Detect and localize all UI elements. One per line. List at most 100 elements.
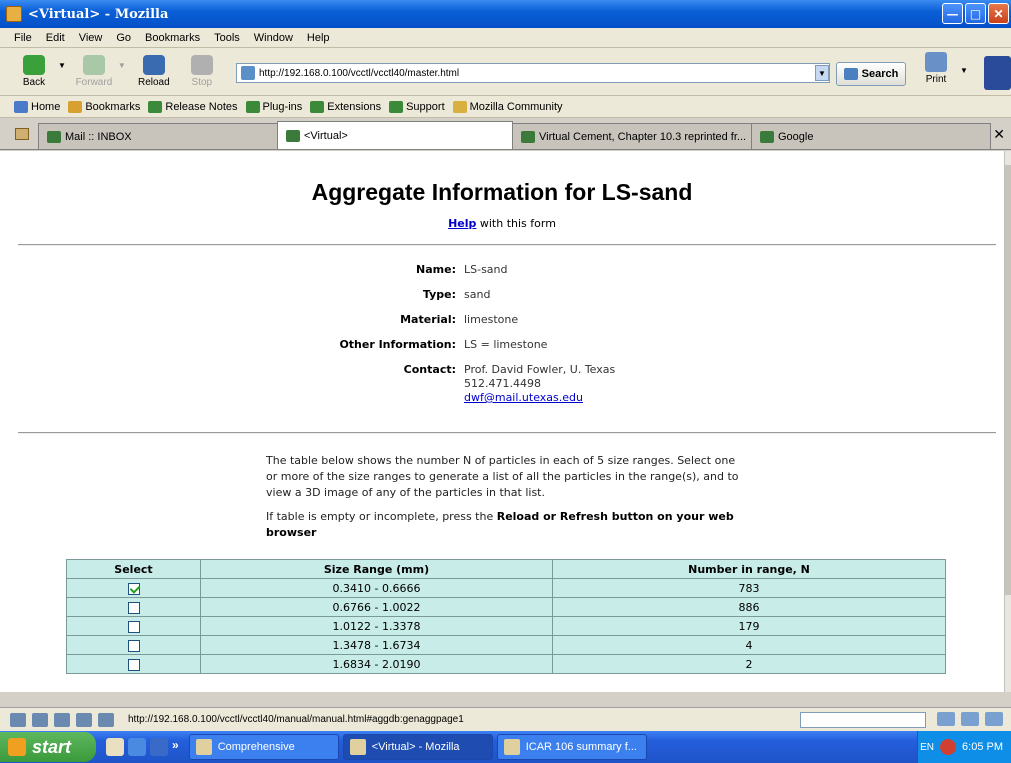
count-cell: 783 (552, 578, 946, 598)
search-button[interactable]: Search (836, 62, 906, 86)
back-history-dropdown[interactable]: ▼ (58, 61, 66, 70)
close-window-button[interactable]: ✕ (988, 3, 1009, 24)
bookmark-support[interactable]: Support (389, 100, 445, 113)
tab-mail-inbox[interactable]: Mail :: INBOX (38, 123, 278, 149)
bookmark-extensions[interactable]: Extensions (310, 100, 381, 113)
task-virtual-mozilla[interactable]: <Virtual> - Mozilla (342, 734, 493, 760)
url-dropdown-button[interactable]: ▼ (815, 65, 829, 81)
minimize-button[interactable]: — (942, 3, 963, 24)
reload-button[interactable]: Reload (132, 55, 176, 88)
help-link[interactable]: Help (448, 217, 476, 230)
address-book-icon[interactable] (76, 712, 92, 727)
system-tray: EN 6:05 PM (917, 731, 1011, 763)
divider (18, 244, 996, 246)
url-input[interactable]: http://192.168.0.100/vcctl/vcctl40/maste… (236, 63, 830, 83)
tab-virtual-cement[interactable]: Virtual Cement, Chapter 10.3 reprinted f… (512, 123, 752, 149)
tab-google[interactable]: Google (751, 123, 991, 149)
forward-button[interactable]: Forward (72, 55, 116, 88)
bookmark-home[interactable]: Home (14, 100, 60, 113)
mozilla-icon[interactable] (150, 738, 168, 756)
task-icar-summary[interactable]: ICAR 106 summary f... (496, 734, 647, 760)
mozilla-logo-icon[interactable] (984, 56, 1011, 90)
task-comprehensive[interactable]: Comprehensive (188, 734, 339, 760)
aggregate-info: Name: LS-sand Type: sand Material: limeston… (0, 263, 1004, 416)
menu-window[interactable]: Window (254, 32, 293, 44)
tab-favicon (286, 129, 300, 142)
size-range-cell: 1.3478 - 1.6734 (200, 635, 553, 655)
start-button[interactable]: start (0, 732, 96, 762)
menu-edit[interactable]: Edit (46, 32, 65, 44)
forward-history-dropdown[interactable]: ▼ (118, 61, 126, 70)
tray-arrow-icon[interactable] (940, 739, 957, 755)
size-range-table: Select Size Range (mm) Number in range, … (66, 559, 946, 674)
bookmark-plugins[interactable]: Plug-ins (245, 100, 302, 113)
stop-button[interactable]: Stop (180, 55, 224, 88)
bookmark-icon (310, 100, 325, 113)
navigator-icon[interactable] (10, 712, 26, 727)
forward-label: Forward (75, 77, 113, 88)
menu-file[interactable]: File (14, 32, 32, 44)
select-cell (66, 597, 201, 617)
back-label: Back (22, 77, 46, 88)
select-checkbox[interactable] (127, 620, 140, 633)
mail-icon[interactable] (32, 712, 48, 727)
tab-virtual[interactable]: <Virtual> (277, 121, 513, 149)
contact-email-link[interactable]: dwf@mail.utexas.edu (464, 391, 583, 404)
menu-tools[interactable]: Tools (214, 32, 240, 44)
ie-icon[interactable] (128, 738, 146, 756)
scrollbar-thumb[interactable] (1005, 165, 1011, 595)
folder-icon (452, 100, 467, 113)
bookmark-bookmarks[interactable]: Bookmarks (68, 100, 140, 113)
material-value: limestone (464, 313, 519, 326)
type-label: Type: (422, 288, 456, 301)
status-bar: http://192.168.0.100/vcctl/vcctl40/manua… (0, 707, 1011, 731)
select-checkbox[interactable] (127, 658, 140, 671)
count-cell: 2 (552, 654, 946, 674)
tab-bar: Mail :: INBOX <Virtual> Virtual Cement, … (0, 118, 1011, 150)
menu-go[interactable]: Go (116, 32, 131, 44)
name-value: LS-sand (464, 263, 508, 276)
print-label: Print (925, 74, 947, 85)
reload-note: If table is empty or incomplete, press t… (266, 509, 748, 541)
title-bar: <Virtual> - Mozilla — □ ✕ (0, 0, 1011, 28)
tab-favicon (47, 130, 61, 143)
size-range-cell: 0.3410 - 0.6666 (200, 578, 553, 598)
print-button[interactable]: Print (918, 52, 954, 92)
new-tab-button[interactable] (10, 121, 34, 147)
table-row: 1.3478 - 1.6734 4 (66, 635, 946, 655)
personal-toolbar: Home Bookmarks Release Notes Plug-ins Ex… (0, 96, 1011, 118)
table-row: 1.6834 - 2.0190 2 (66, 654, 946, 674)
quicklaunch-icon[interactable] (106, 738, 124, 756)
close-tab-icon[interactable]: ✕ (993, 126, 1005, 143)
select-checkbox[interactable] (127, 639, 140, 652)
vertical-scrollbar[interactable] (1004, 151, 1011, 692)
maximize-button[interactable]: □ (965, 3, 986, 24)
composer-icon[interactable] (54, 712, 70, 727)
contact-name: Prof. David Fowler, U. Texas (464, 363, 616, 376)
print-dropdown[interactable]: ▼ (960, 66, 968, 75)
bookmark-release-notes[interactable]: Release Notes (148, 100, 238, 113)
menu-view[interactable]: View (79, 32, 103, 44)
quick-launch-more[interactable]: » (172, 738, 179, 756)
type-value: sand (464, 288, 491, 301)
chatzilla-icon[interactable] (98, 712, 114, 727)
table-row: 0.3410 - 0.6666 783 (66, 578, 946, 598)
menu-bookmarks[interactable]: Bookmarks (145, 32, 200, 44)
page-content: Aggregate Information for LS-sand Help w… (0, 151, 1004, 692)
select-cell (66, 578, 201, 598)
status-find-field[interactable] (800, 712, 926, 728)
bookmark-mozilla-community[interactable]: Mozilla Community (452, 100, 563, 113)
menu-help[interactable]: Help (307, 32, 330, 44)
language-indicator[interactable]: EN (920, 742, 934, 753)
bookmark-icon (245, 100, 260, 113)
select-checkbox[interactable] (127, 582, 140, 595)
size-range-cell: 0.6766 - 1.0022 (200, 597, 553, 617)
size-range-cell: 1.0122 - 1.3378 (200, 616, 553, 636)
select-cell (66, 635, 201, 655)
connection-icon (937, 712, 955, 726)
other-info-label: Other Information: (339, 338, 456, 351)
other-info-value: LS = limestone (464, 338, 548, 351)
select-checkbox[interactable] (127, 601, 140, 614)
select-cell (66, 654, 201, 674)
back-button[interactable]: Back (12, 55, 56, 88)
